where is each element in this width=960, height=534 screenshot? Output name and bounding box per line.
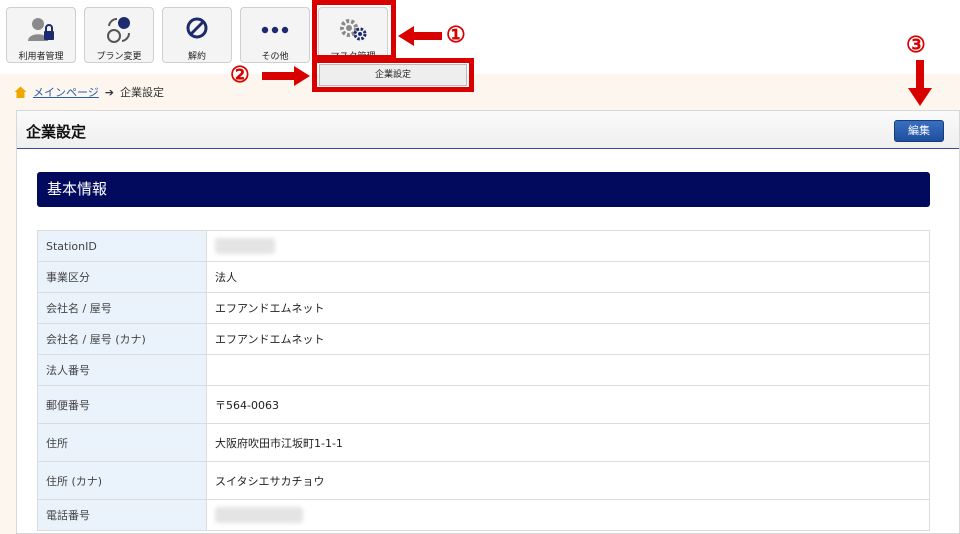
toolbar-cancel-contract-button[interactable]: 解約 (162, 7, 232, 63)
table-row: 電話番号 (37, 499, 930, 531)
home-icon (14, 86, 27, 98)
arrow-right-icon: ➔ (104, 85, 114, 99)
annotation-box-1 (312, 0, 396, 60)
company-settings-panel: 企業設定 編集 基本情報 StationID 事業区分 法人 会社名 / 屋号 … (16, 110, 960, 534)
table-row: 会社名 / 屋号 エフアンドエムネット (37, 292, 930, 324)
toolbar-label: その他 (261, 52, 289, 62)
toolbar-label: プラン変更 (96, 52, 142, 62)
page-title: 企業設定 (26, 123, 87, 141)
annotation-arrow-1 (398, 26, 442, 46)
annotation-number-1: ① (446, 22, 466, 48)
edit-button[interactable]: 編集 (894, 120, 944, 142)
panel-header (17, 111, 959, 149)
row-value (206, 354, 930, 386)
row-value: エフアンドエムネット (206, 323, 930, 355)
row-value: 大阪府吹田市江坂町1-1-1 (206, 423, 930, 462)
redacted-value (215, 507, 303, 523)
table-row: 会社名 / 屋号 (カナ) エフアンドエムネット (37, 323, 930, 355)
table-row: 事業区分 法人 (37, 261, 930, 293)
annotation-arrow-2 (262, 66, 310, 86)
user-lock-icon (7, 14, 75, 46)
row-key: 郵便番号 (37, 385, 207, 424)
annotation-box-2 (312, 58, 474, 92)
table-row: 住所 (カナ) スイタシエサカチョウ (37, 461, 930, 500)
row-value: スイタシエサカチョウ (206, 461, 930, 500)
table-row: 法人番号 (37, 354, 930, 386)
row-value-phone (206, 499, 930, 531)
row-key: 住所 (37, 423, 207, 462)
row-key: 電話番号 (37, 499, 207, 531)
toolbar-plan-change-button[interactable]: プラン変更 (84, 7, 154, 63)
row-key: 住所 (カナ) (37, 461, 207, 500)
redacted-value (215, 238, 275, 254)
toolbar-label: 利用者管理 (18, 52, 64, 62)
row-key: StationID (37, 230, 207, 262)
table-row: StationID (37, 230, 930, 262)
breadcrumb-home-link[interactable]: メインページ (33, 84, 99, 100)
row-value: エフアンドエムネット (206, 292, 930, 324)
toolbar-user-management-button[interactable]: 利用者管理 (6, 7, 76, 63)
annotation-number-3: ③ (906, 32, 926, 58)
annotation-number-2: ② (230, 62, 250, 88)
breadcrumb-current: 企業設定 (120, 86, 164, 99)
row-key: 事業区分 (37, 261, 207, 293)
row-value: 〒564-0063 (206, 385, 930, 424)
top-toolbar: 利用者管理 プラン変更 解約 その他 マスタ管理 (0, 0, 960, 74)
section-title-basic-info: 基本情報 (37, 172, 930, 207)
table-row: 郵便番号 〒564-0063 (37, 385, 930, 424)
row-key: 法人番号 (37, 354, 207, 386)
basic-info-table: StationID 事業区分 法人 会社名 / 屋号 エフアンドエムネット 会社… (37, 230, 930, 531)
toolbar-label: 解約 (187, 52, 206, 62)
row-value: 法人 (206, 261, 930, 293)
table-row: 住所 大阪府吹田市江坂町1-1-1 (37, 423, 930, 462)
prohibit-icon (163, 14, 231, 46)
plan-change-icon (85, 14, 153, 46)
row-key: 会社名 / 屋号 (37, 292, 207, 324)
toolbar-other-button[interactable]: その他 (240, 7, 310, 63)
more-dots-icon (241, 14, 309, 46)
row-value-station-id (206, 230, 930, 262)
row-key: 会社名 / 屋号 (カナ) (37, 323, 207, 355)
annotation-arrow-3 (908, 60, 932, 106)
breadcrumb: メインページ ➔ 企業設定 (14, 84, 164, 100)
